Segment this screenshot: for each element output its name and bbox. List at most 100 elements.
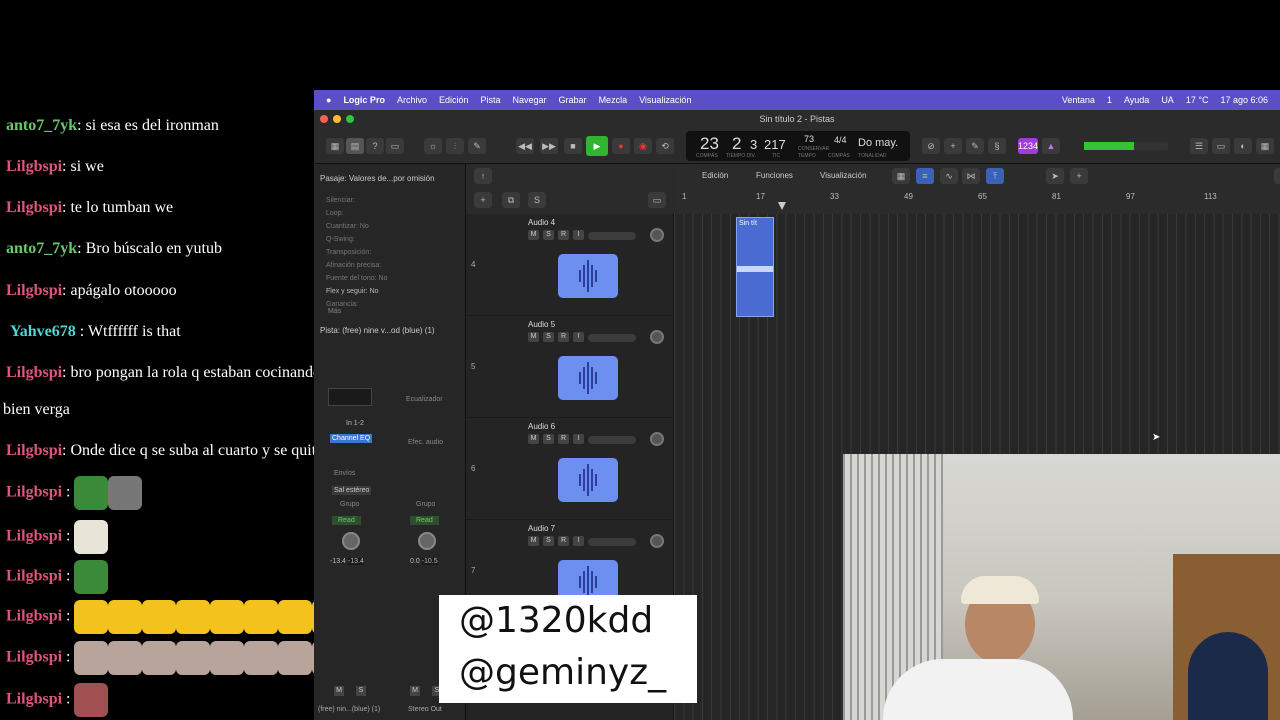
smart-controls-icon[interactable]: ☼ — [424, 138, 442, 154]
tuner-icon[interactable]: + — [944, 138, 962, 154]
help-icon[interactable]: ? — [366, 138, 384, 154]
automation-read-2[interactable]: Read — [410, 516, 439, 525]
mixer-icon[interactable]: ⫶ — [446, 138, 464, 154]
mute-button-2[interactable]: M — [410, 686, 420, 696]
pencil-icon[interactable]: ✎ — [966, 138, 984, 154]
menu-visualizacion[interactable]: Visualización — [639, 95, 691, 105]
cycle-icon[interactable]: ⟲ — [656, 138, 674, 154]
param-quantize[interactable]: Cuantizar: No — [326, 220, 388, 233]
record-enable-button[interactable]: R — [558, 332, 569, 342]
list-editors-icon[interactable]: ⊘ — [922, 138, 940, 154]
close-window-button[interactable] — [320, 115, 328, 123]
group-slot[interactable]: Grupo — [340, 501, 359, 508]
duplicate-track-icon[interactable]: ⧉ — [502, 192, 520, 208]
volume-slider[interactable] — [588, 334, 636, 342]
pointer-tool-icon[interactable]: ➤ — [1046, 168, 1064, 184]
record-enable-button[interactable]: R — [558, 434, 569, 444]
menu-pista[interactable]: Pista — [481, 95, 501, 105]
mute-button[interactable]: M — [528, 536, 539, 546]
group-slot-2[interactable]: Grupo — [416, 501, 435, 508]
mute-button[interactable]: M — [528, 434, 539, 444]
param-loop[interactable]: Loop: — [326, 207, 388, 220]
pan-knob[interactable] — [650, 228, 664, 242]
solo-button[interactable]: S — [543, 332, 554, 342]
input-monitor-button[interactable]: I — [573, 536, 584, 546]
menu-ventana[interactable]: Ventana — [1062, 95, 1095, 105]
list-icon[interactable]: ☰ — [1190, 138, 1208, 154]
weather-status[interactable]: 17 °C — [1186, 95, 1209, 105]
menu-one[interactable]: 1 — [1107, 95, 1112, 105]
apple-icon[interactable]: ● — [326, 95, 331, 105]
input-source[interactable]: UA — [1161, 95, 1174, 105]
functions-menu[interactable]: Funciones — [756, 171, 793, 180]
pan-knob[interactable] — [650, 432, 664, 446]
pan-knob[interactable] — [650, 534, 664, 548]
toolbar-icon[interactable]: ▭ — [386, 138, 404, 154]
sends-slot[interactable]: Envíos — [334, 470, 355, 477]
loops-icon[interactable]: ◐ — [1234, 138, 1252, 154]
more-toggle[interactable]: Más — [328, 308, 341, 315]
audio-fx-slot[interactable]: Efec. audio — [408, 439, 443, 446]
region-inspector-header[interactable]: Pasaje: Valores de...por omisión — [320, 174, 435, 183]
flex-icon[interactable]: ⋈ — [962, 168, 980, 184]
track-inspector-header[interactable]: Pista: (free) nine v...od (blue) (1) — [320, 326, 435, 335]
mute-button[interactable]: M — [528, 230, 539, 240]
menu-edicion[interactable]: Edición — [439, 95, 469, 105]
record-icon[interactable]: ● — [612, 138, 630, 154]
menu-mezcla[interactable]: Mezcla — [599, 95, 628, 105]
back-icon[interactable]: ↑ — [474, 168, 492, 184]
automation-icon[interactable]: ∿ — [940, 168, 958, 184]
track-header-options-icon[interactable]: ▭ — [648, 192, 666, 208]
ruler[interactable]: 1 17 33 49 65 81 97 113 — [674, 188, 1280, 214]
inspector-icon[interactable]: ▤ — [346, 138, 364, 154]
minimize-window-button[interactable] — [333, 115, 341, 123]
forward-icon[interactable]: ▶▶ — [540, 138, 558, 154]
edit-menu[interactable]: Edición — [702, 171, 728, 180]
param-pitch-source[interactable]: Fuente del tono: No — [326, 272, 388, 285]
score-icon[interactable]: § — [988, 138, 1006, 154]
audio-region[interactable]: Sin tít — [736, 217, 774, 317]
mute-button[interactable]: M — [528, 332, 539, 342]
grid-icon[interactable]: ▦ — [892, 168, 910, 184]
play-icon[interactable]: ▶ — [586, 136, 608, 156]
zoom-icon[interactable]: ⊖ — [1274, 168, 1280, 184]
channel-eq-slot[interactable]: Channel EQ — [330, 434, 373, 443]
track-row[interactable]: Audio 6 6 MSRI — [466, 418, 674, 520]
view-menu[interactable]: Visualización — [820, 171, 867, 180]
menu-app[interactable]: Logic Pro — [343, 95, 385, 105]
output-slot[interactable]: Sal estéreo — [332, 486, 372, 495]
pan-knob[interactable] — [650, 330, 664, 344]
param-fine-tune[interactable]: Afinación precisa: — [326, 259, 388, 272]
mute-button[interactable]: M — [334, 686, 344, 696]
solo-button[interactable]: S — [543, 536, 554, 546]
pan-knob-2[interactable] — [418, 532, 436, 550]
param-mute[interactable]: Silenciar: — [326, 194, 388, 207]
record-enable-button[interactable]: R — [558, 230, 569, 240]
track-name[interactable]: Audio 4 — [528, 218, 555, 227]
param-flex[interactable]: Flex y seguir: No — [326, 285, 388, 298]
track-name[interactable]: Audio 6 — [528, 422, 555, 431]
menu-navegar[interactable]: Navegar — [513, 95, 547, 105]
replace-record-icon[interactable]: ◉ — [634, 138, 652, 154]
catch-icon[interactable]: ≡ — [916, 168, 934, 184]
secondary-tool-icon[interactable]: + — [1070, 168, 1088, 184]
snap-icon[interactable]: ⤒ — [986, 168, 1004, 184]
add-track-icon[interactable]: + — [474, 192, 492, 208]
eq-thumbnail[interactable] — [328, 388, 372, 406]
track-row[interactable]: Audio 5 5 MSRI — [466, 316, 674, 418]
menu-ayuda[interactable]: Ayuda — [1124, 95, 1149, 105]
pan-knob[interactable] — [342, 532, 360, 550]
menu-grabar[interactable]: Grabar — [559, 95, 587, 105]
menu-archivo[interactable]: Archivo — [397, 95, 427, 105]
lcd-display[interactable]: 23 2 3 217 73 4/4 Do may. COMPÁS TIEMPO … — [686, 131, 910, 161]
global-solo-icon[interactable]: S — [528, 192, 546, 208]
track-name[interactable]: Audio 7 — [528, 524, 555, 533]
automation-read[interactable]: Read — [332, 516, 361, 525]
solo-button[interactable]: S — [543, 230, 554, 240]
param-transpose[interactable]: Transposición: — [326, 246, 388, 259]
browser-icon[interactable]: ▦ — [1256, 138, 1274, 154]
input-monitor-button[interactable]: I — [573, 332, 584, 342]
rewind-icon[interactable]: ◀◀ — [516, 138, 534, 154]
notes-icon[interactable]: ▭ — [1212, 138, 1230, 154]
solo-button[interactable]: S — [543, 434, 554, 444]
